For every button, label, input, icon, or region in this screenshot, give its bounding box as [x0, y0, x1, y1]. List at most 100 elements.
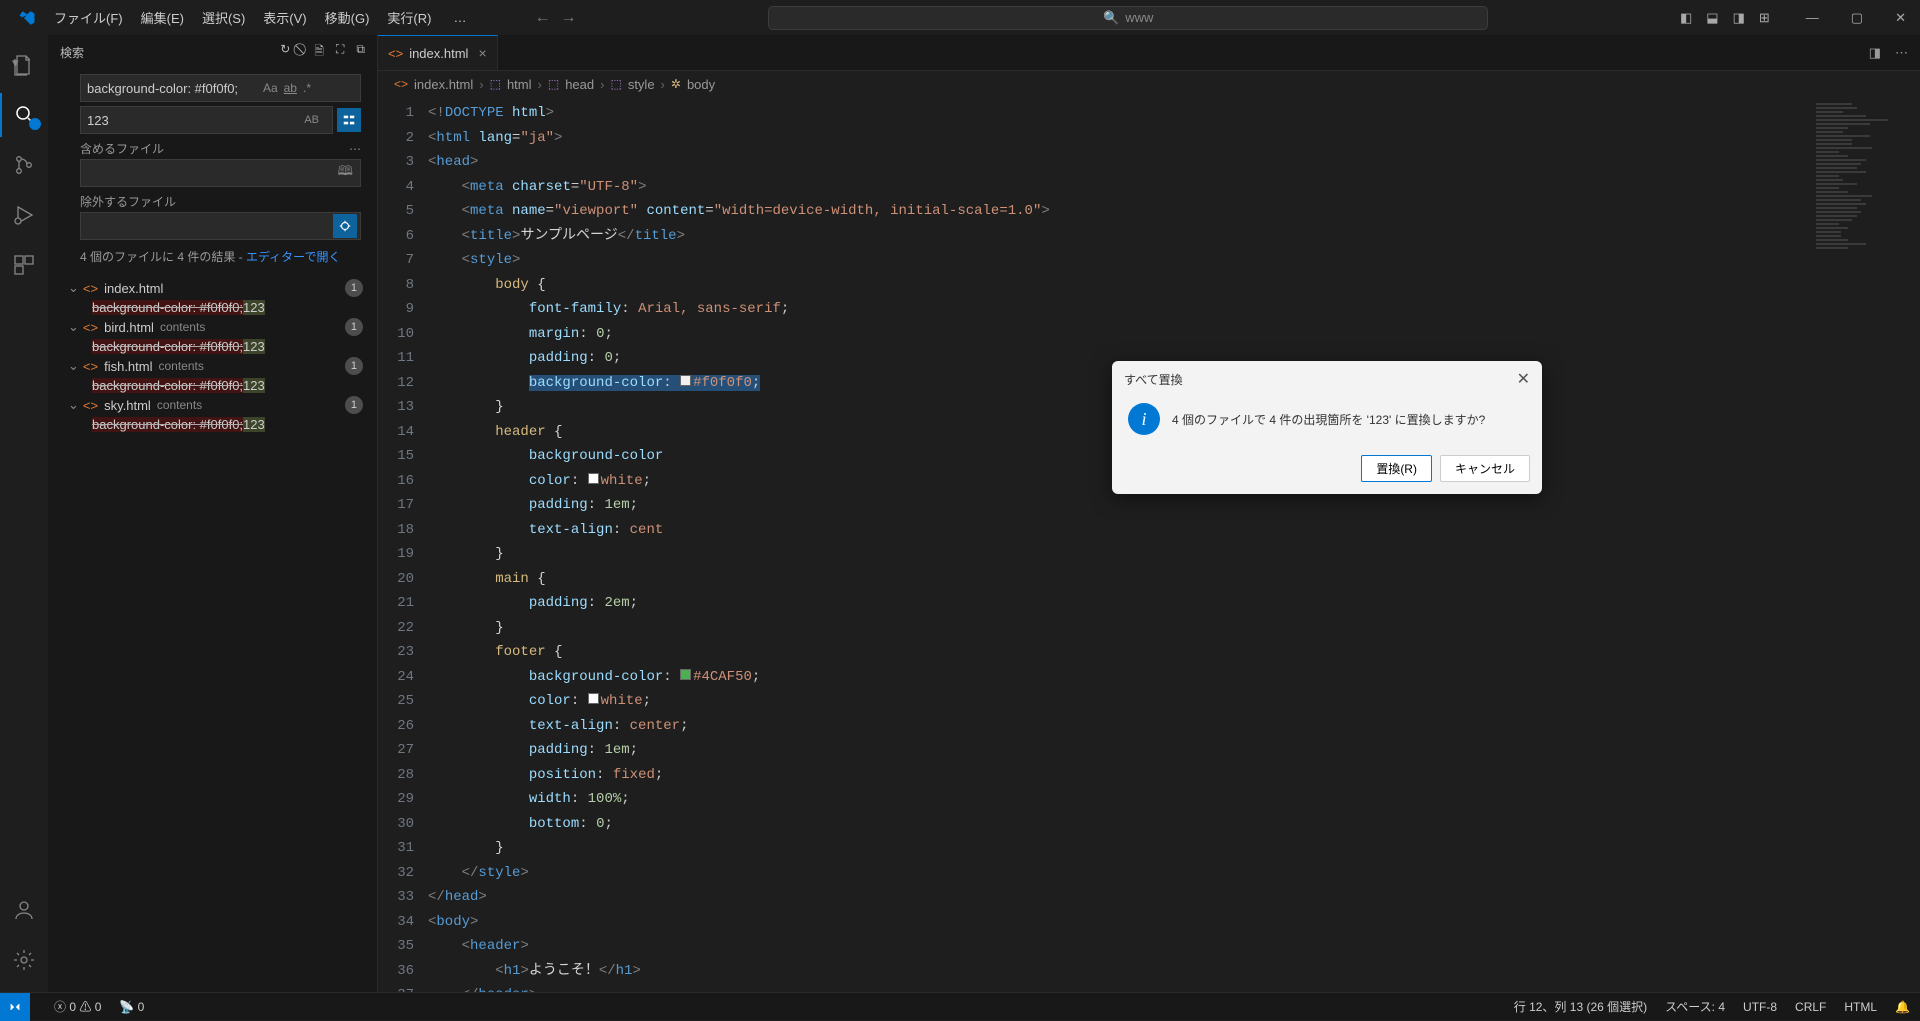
close-icon[interactable]: × — [478, 45, 486, 61]
line-gutter: 1234567891011121314151617181920212223242… — [378, 97, 428, 992]
more-actions-icon[interactable]: ⋯ — [1895, 45, 1908, 61]
toggle-replace-icon[interactable]: ▾ — [12, 55, 19, 71]
menu-file[interactable]: ファイル(F) — [46, 4, 131, 31]
activity-explorer[interactable] — [0, 43, 48, 87]
status-bar: ⓧ 0 ⚠ 0 📡 0 行 12、列 13 (26 個選択) スペース: 4 U… — [0, 992, 1920, 1020]
breadcrumb-item[interactable]: html — [507, 77, 532, 92]
results-summary-text: 4 個のファイルに 4 件の結果 - — [80, 250, 246, 264]
activity-extensions[interactable] — [0, 243, 48, 287]
menu-edit[interactable]: 編集(E) — [133, 4, 192, 31]
code-editor[interactable]: <!DOCTYPE html><html lang="ja"><head> <m… — [428, 97, 1920, 992]
activity-search[interactable] — [0, 93, 48, 137]
remote-indicator[interactable] — [0, 993, 30, 1021]
result-file[interactable]: ⌄ <> fish.html contents 1 — [48, 355, 369, 377]
breadcrumb-item[interactable]: head — [565, 77, 594, 92]
html-file-icon: <> — [83, 359, 98, 374]
window-close-icon[interactable]: ✕ — [1889, 10, 1912, 26]
match-case-icon[interactable]: Aa — [263, 81, 278, 95]
result-file-path: contents — [159, 359, 204, 373]
exclude-input[interactable] — [80, 212, 361, 240]
nav-forward-icon[interactable]: → — [560, 9, 576, 27]
breadcrumb-item[interactable]: style — [628, 77, 655, 92]
element-icon: ⬚ — [490, 77, 501, 91]
dialog-ok-button[interactable]: 置換(R) — [1361, 455, 1432, 482]
menu-overflow[interactable]: … — [445, 6, 474, 29]
include-label: 含めるファイル — [80, 140, 164, 157]
status-cursor[interactable]: 行 12、列 13 (26 個選択) — [1514, 998, 1647, 1015]
breadcrumb-item[interactable]: body — [687, 77, 715, 92]
result-file[interactable]: ⌄ <> sky.html contents 1 — [48, 394, 369, 416]
breadcrumb-item[interactable]: index.html — [414, 77, 473, 92]
element-icon: ⬚ — [548, 77, 559, 91]
tab-label: index.html — [409, 46, 468, 61]
split-editor-icon[interactable]: ◨ — [1869, 45, 1881, 61]
search-input[interactable] — [80, 74, 361, 102]
new-file-icon[interactable]: 🗎 — [314, 42, 324, 63]
layout-left-icon[interactable]: ◧ — [1680, 10, 1692, 26]
result-file-path: contents — [160, 320, 205, 334]
result-line[interactable]: background-color: #f0f0f0;123 — [48, 338, 369, 355]
chevron-down-icon: ⌄ — [68, 280, 79, 296]
replace-input[interactable] — [80, 106, 333, 134]
search-badge-icon — [29, 118, 41, 130]
activity-scm[interactable] — [0, 143, 48, 187]
collapse-icon[interactable]: ⧉ — [356, 42, 365, 63]
notifications-icon[interactable]: 🔔 — [1895, 1000, 1910, 1014]
preserve-case-icon[interactable]: AB — [304, 114, 319, 126]
activity-accounts[interactable] — [0, 888, 48, 932]
menu-run[interactable]: 実行(R) — [379, 4, 439, 31]
expand-icon[interactable]: ⛶ — [336, 42, 344, 63]
activity-settings[interactable] — [0, 938, 48, 982]
result-line[interactable]: background-color: #f0f0f0;123 — [48, 416, 369, 433]
sidebar-search: 検索 ↻ ⃠ 🗎 ⛶ ⧉ ▾ Aa ab .* AB — [48, 35, 378, 992]
window-minimize-icon[interactable]: — — [1800, 10, 1825, 26]
dialog-cancel-button[interactable]: キャンセル — [1440, 455, 1530, 482]
result-count-badge: 1 — [345, 396, 363, 414]
activity-bar — [0, 35, 48, 992]
dialog-title: すべて置換 — [1124, 371, 1183, 388]
layout-right-icon[interactable]: ◨ — [1733, 10, 1745, 26]
status-encoding[interactable]: UTF-8 — [1743, 1000, 1777, 1014]
status-indent[interactable]: スペース: 4 — [1665, 998, 1725, 1015]
result-file-name: fish.html — [104, 359, 152, 374]
tab-bar: <> index.html × ◨ ⋯ — [378, 35, 1920, 71]
layout-bottom-icon[interactable]: ⬓ — [1706, 10, 1718, 26]
command-center[interactable]: 🔍 www — [768, 6, 1488, 30]
replace-all-button[interactable] — [337, 108, 361, 132]
tab-index-html[interactable]: <> index.html × — [378, 35, 498, 70]
result-file[interactable]: ⌄ <> index.html 1 — [48, 277, 369, 299]
result-line[interactable]: background-color: #f0f0f0;123 — [48, 377, 369, 394]
result-count-badge: 1 — [345, 318, 363, 336]
editor-area: <> index.html × ◨ ⋯ <> index.html› ⬚ htm… — [378, 35, 1920, 992]
include-input[interactable] — [80, 159, 361, 187]
result-line[interactable]: background-color: #f0f0f0;123 — [48, 299, 369, 316]
open-in-editor-link[interactable]: エディターで開く — [246, 250, 340, 264]
html-file-icon: <> — [83, 320, 98, 335]
window-maximize-icon[interactable]: ▢ — [1845, 10, 1869, 26]
nav-back-icon[interactable]: ← — [534, 9, 550, 27]
use-exclude-settings-icon[interactable] — [333, 214, 357, 238]
info-icon: i — [1128, 403, 1160, 435]
result-count-badge: 1 — [345, 279, 363, 297]
menu-selection[interactable]: 選択(S) — [194, 4, 253, 31]
status-eol[interactable]: CRLF — [1795, 1000, 1826, 1014]
refresh-icon[interactable]: ↻ — [280, 42, 290, 63]
menu-view[interactable]: 表示(V) — [255, 4, 314, 31]
menu-go[interactable]: 移動(G) — [317, 4, 378, 31]
titlebar: ファイル(F) 編集(E) 選択(S) 表示(V) 移動(G) 実行(R) … … — [0, 0, 1920, 35]
result-file[interactable]: ⌄ <> bird.html contents 1 — [48, 316, 369, 338]
result-file-name: index.html — [104, 281, 163, 296]
status-problems[interactable]: ⓧ 0 ⚠ 0 — [54, 998, 101, 1015]
replace-all-dialog: すべて置換 ✕ i 4 個のファイルで 4 件の出現箇所を '123' に置換し… — [1112, 361, 1542, 494]
dialog-close-icon[interactable]: ✕ — [1517, 369, 1530, 389]
status-language[interactable]: HTML — [1844, 1000, 1877, 1014]
breadcrumbs[interactable]: <> index.html› ⬚ html› ⬚ head› ⬚ style› … — [378, 71, 1920, 97]
book-icon[interactable]: 🕮 — [338, 162, 353, 184]
regex-icon[interactable]: .* — [303, 81, 311, 95]
status-ports[interactable]: 📡 0 — [119, 1000, 144, 1014]
layout-customize-icon[interactable]: ⊞ — [1759, 10, 1770, 26]
activity-debug[interactable] — [0, 193, 48, 237]
toggle-details-icon[interactable]: ⋯ — [349, 142, 361, 156]
minimap[interactable] — [1816, 103, 1906, 283]
match-word-icon[interactable]: ab — [284, 81, 297, 95]
